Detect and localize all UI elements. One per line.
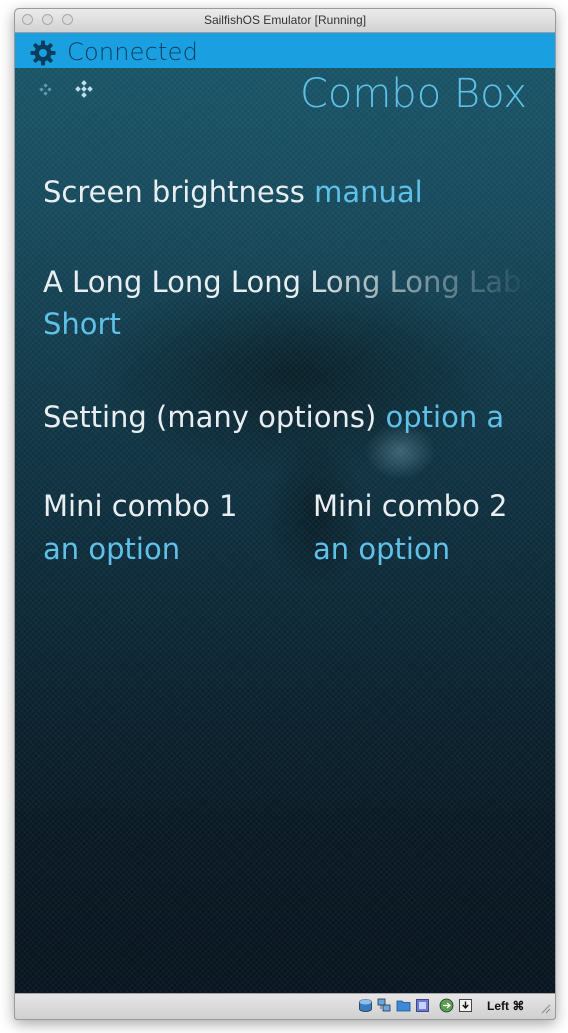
mouse-integration-icon[interactable] — [458, 998, 473, 1013]
mini-combo-1[interactable]: Mini combo 1 an option — [43, 489, 238, 566]
combo-box-many-options[interactable]: Setting (many options) option a — [43, 400, 504, 434]
page-title: Combo Box — [299, 71, 527, 117]
combo-value: Short — [43, 307, 121, 341]
mini-combo-2[interactable]: Mini combo 2 an option — [313, 489, 508, 566]
hard-disk-icon[interactable] — [358, 998, 373, 1013]
combo-label: Screen brightness — [43, 175, 305, 209]
vm-status-bar: Left ⌘ — [15, 993, 555, 1019]
combo-label: A Long Long Long Long Long Label — [43, 265, 528, 299]
combo-label: Mini combo 2 — [313, 489, 508, 523]
combo-value: an option — [313, 532, 451, 566]
title-bar[interactable]: SailfishOS Emulator [Running] — [15, 9, 555, 33]
display-icon[interactable] — [415, 998, 430, 1013]
connection-status-bar: Connected — [15, 33, 555, 68]
resize-grip-icon[interactable] — [539, 1002, 551, 1014]
shared-folder-icon[interactable] — [396, 998, 411, 1013]
usb-icon[interactable] — [439, 998, 454, 1013]
host-key-label: Left ⌘ — [487, 999, 525, 1013]
page-indicator-dots — [39, 80, 93, 98]
network-icon[interactable] — [377, 998, 392, 1013]
gear-icon — [30, 40, 56, 66]
combo-value: option a — [385, 400, 505, 434]
combo-box-long-label[interactable]: A Long Long Long Long Long Label Short — [43, 265, 528, 341]
combo-value: an option — [43, 532, 181, 566]
connection-status-text: Connected — [67, 38, 199, 66]
window-title: SailfishOS Emulator [Running] — [203, 13, 367, 27]
combo-value: manual — [314, 175, 423, 209]
combo-label: Setting (many options) — [43, 400, 377, 434]
emulator-window: SailfishOS Emulator [Running] Connected — [14, 8, 556, 1020]
combo-label: Mini combo 1 — [43, 489, 238, 523]
device-screen: Connected Combo Box Screen brightness ma… — [15, 33, 555, 993]
combo-box-screen-brightness[interactable]: Screen brightness manual — [43, 175, 423, 209]
